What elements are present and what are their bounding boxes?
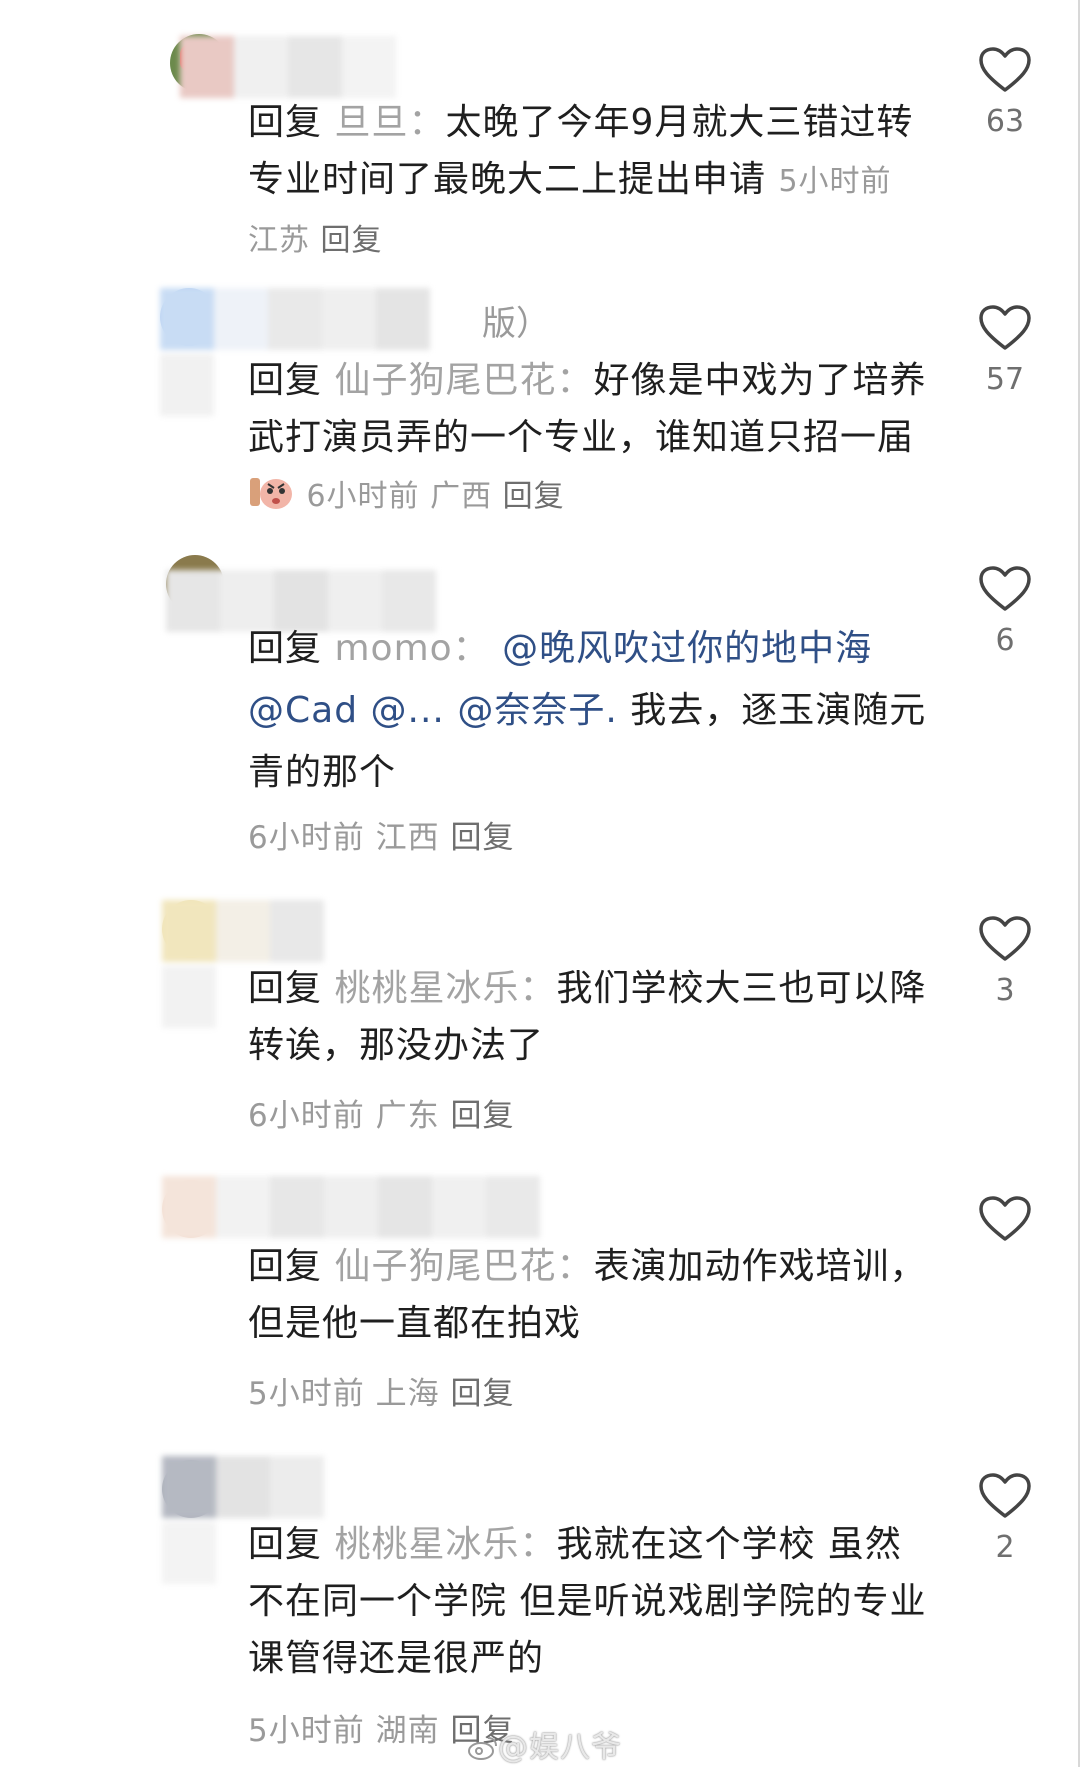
like-button[interactable]: 2 [968, 1472, 1042, 1565]
mention-link[interactable]: @Cad [248, 690, 358, 731]
comment-meta: 6小时前 江西 回复 [248, 812, 514, 857]
mention-link[interactable]: @晚风吹过你的地中海 [502, 628, 872, 669]
comment-location: 湖南 [375, 1713, 440, 1749]
reply-button[interactable]: 回复 [503, 479, 565, 514]
crying-sticker-icon [248, 472, 294, 512]
reply-button[interactable]: 回复 [321, 223, 383, 258]
comment-time: 5小时前 [248, 1713, 365, 1749]
heart-outline-icon [979, 916, 1031, 961]
blurred-username [162, 900, 362, 1028]
reply-to-user[interactable]: 仙子狗尾巴花： [334, 1246, 593, 1287]
comment-location: 上海 [375, 1376, 440, 1412]
like-count: 6 [995, 623, 1015, 658]
username-tail: 版） [482, 304, 550, 344]
like-button[interactable]: 63 [968, 46, 1042, 139]
blurred-username [162, 1456, 362, 1584]
comment-location: 江西 [375, 820, 440, 856]
like-button[interactable]: 6 [968, 565, 1042, 658]
reply-label: 回复 [248, 102, 323, 143]
watermark-text: @娱八爷 [498, 1730, 622, 1765]
comment-text: 回复 旦旦：太晚了今年9月就大三错过转专业时间了最晚大二上提出申请 5小时前 江… [248, 94, 928, 269]
comment-time: 6小时前 [306, 479, 420, 514]
reply-label: 回复 [248, 968, 323, 1009]
comment-text: 回复 仙子狗尾巴花：好像是中戏为了培养武打演员弄的一个专业，谁知道只招一届 6小… [248, 352, 928, 525]
reply-to-user[interactable]: momo： [334, 628, 489, 669]
comment-text: 回复 桃桃星冰乐：我们学校大三也可以降转诶，那没办法了 [248, 960, 928, 1074]
reply-label: 回复 [248, 1524, 323, 1565]
heart-outline-icon [979, 1473, 1031, 1518]
heart-outline-icon [979, 305, 1031, 350]
comment-text: 回复 momo： @晚风吹过你的地中海 @Cad @... @奈奈子. 我去，逐… [248, 618, 928, 804]
reply-button[interactable]: 回复 [450, 1376, 514, 1412]
comment-time: 6小时前 [248, 1098, 365, 1134]
reply-button[interactable]: 回复 [450, 1098, 514, 1134]
comment-text: 回复 桃桃星冰乐：我就在这个学校 虽然不在同一个学院 但是听说戏剧学院的专业课管… [248, 1516, 928, 1687]
like-count: 2 [995, 1530, 1015, 1565]
like-button[interactable] [968, 1195, 1042, 1253]
comment-location: 江苏 [248, 223, 310, 258]
like-button[interactable]: 57 [968, 304, 1042, 397]
watermark: @娱八爷 [468, 1722, 622, 1766]
comment-time: 6小时前 [248, 820, 365, 856]
comment-time: 5小时前 [248, 1376, 365, 1412]
reply-to-user[interactable]: 仙子狗尾巴花： [334, 360, 593, 401]
comment-location: 广西 [430, 479, 493, 514]
like-count: 63 [985, 104, 1025, 139]
reply-button[interactable]: 回复 [450, 820, 514, 856]
blurred-username [180, 36, 430, 98]
reply-label: 回复 [248, 360, 323, 401]
heart-outline-icon [979, 566, 1031, 611]
comment-meta: 5小时前 上海 回复 [248, 1368, 514, 1413]
reply-to-user[interactable]: 旦旦： [334, 102, 445, 143]
comment-meta: 6小时前 广西 回复 [306, 479, 564, 514]
comment-text: 回复 仙子狗尾巴花：表演加动作戏培训，但是他一直都在拍戏 [248, 1238, 928, 1352]
like-count: 3 [995, 973, 1015, 1008]
reply-to-user[interactable]: 桃桃星冰乐： [334, 968, 556, 1009]
blurred-username [160, 288, 470, 416]
weibo-icon [468, 1734, 498, 1760]
reply-label: 回复 [248, 628, 323, 669]
reply-to-user[interactable]: 桃桃星冰乐： [334, 1524, 556, 1565]
heart-outline-icon [979, 47, 1031, 92]
comment-time: 5小时前 [778, 164, 892, 199]
like-button[interactable]: 3 [968, 915, 1042, 1008]
heart-outline-icon [979, 1196, 1031, 1241]
reply-label: 回复 [248, 1246, 323, 1287]
mention-link[interactable]: @奈奈子. [457, 690, 617, 731]
comment-location: 广东 [375, 1098, 440, 1134]
comment-meta: 6小时前 广东 回复 [248, 1090, 514, 1135]
mention-link[interactable]: @... [371, 690, 445, 731]
like-count: 57 [985, 362, 1025, 397]
blurred-username [162, 1176, 542, 1238]
